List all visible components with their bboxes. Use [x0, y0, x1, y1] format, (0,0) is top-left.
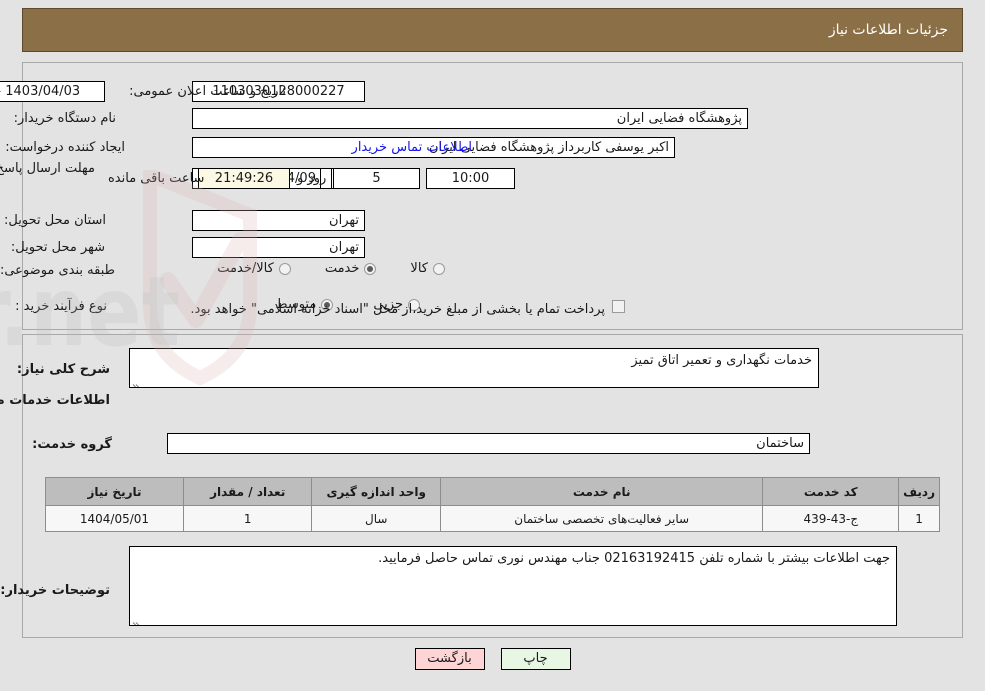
- resize-grip-icon[interactable]: [132, 614, 142, 625]
- category-option-1[interactable]: خدمت: [325, 261, 377, 276]
- services-cell-need-date: 1404/05/01: [45, 505, 184, 532]
- services-table-header-row: ردیف کد خدمت نام خدمت واحد اندازه گیری تعداد…: [45, 477, 940, 506]
- services-col-header-2: نام خدمت: [439, 477, 764, 506]
- general-desc-value: خدمات نگهداری و تعمیر اتاق تمیز: [631, 353, 812, 368]
- buyer-org-label: نام دستگاه خریدار:: [13, 111, 116, 126]
- need-info-panel: [22, 62, 963, 330]
- treasury-checkbox[interactable]: [612, 300, 625, 313]
- page-title: جزئیات اطلاعات نیاز: [828, 22, 948, 38]
- remaining-days-field: 5: [333, 168, 420, 189]
- creator-label: ایجاد کننده درخواست:: [5, 140, 125, 155]
- remaining-clock-suffix: ساعت باقی مانده: [108, 171, 205, 186]
- treasury-note: پرداخت تمام یا بخشی از مبلغ خرید،از محل …: [190, 302, 605, 317]
- print-button[interactable]: چاپ: [500, 648, 571, 670]
- province-label: استان محل تحویل:: [4, 213, 106, 228]
- services-col-header-3: واحد اندازه گیری: [311, 477, 441, 506]
- services-cell-name: سایر فعالیت‌های تخصصی ساختمان: [439, 505, 764, 532]
- services-cell-quantity: 1: [182, 505, 313, 532]
- remaining-days-suffix: روز و: [297, 171, 327, 186]
- footer-button-bar: بازگشت چاپ: [0, 648, 985, 670]
- services-cell-code: ج-43-439: [762, 505, 900, 532]
- resize-grip-icon[interactable]: [132, 376, 142, 387]
- services-cell-unit: سال: [311, 505, 441, 532]
- category-radio-group: کالا خدمت کالا/خدمت: [217, 261, 445, 276]
- city-field[interactable]: تهران: [192, 237, 365, 258]
- category-radio-2[interactable]: [278, 262, 291, 275]
- services-cell-index: 1: [898, 505, 940, 532]
- city-label: شهر محل تحویل:: [10, 240, 105, 255]
- need-details-page: AriaTender.net جزئیات اطلاعات نیاز شماره…: [0, 0, 985, 691]
- services-col-header-1: کد خدمت: [762, 477, 900, 506]
- services-col-header-4: تعداد / مقدار: [182, 477, 313, 506]
- table-row[interactable]: 1 ج-43-439 سایر فعالیت‌های تخصصی ساختمان سا…: [45, 505, 940, 532]
- category-option-0[interactable]: کالا: [410, 261, 445, 276]
- category-option-2[interactable]: کالا/خدمت: [217, 261, 291, 276]
- process-label: نوع فرآیند خرید :: [15, 299, 107, 314]
- deadline-label: مهلت ارسال پاسخ: تا تاریخ:: [0, 161, 95, 176]
- announce-datetime-field[interactable]: 1403/04/03 - 10:28: [0, 81, 105, 102]
- deadline-time-field[interactable]: 10:00: [426, 168, 515, 189]
- services-table-body: 1 ج-43-439 سایر فعالیت‌های تخصصی ساختمان سا…: [45, 505, 940, 532]
- category-label-1: خدمت: [324, 261, 360, 276]
- services-col-header-0: ردیف: [898, 477, 940, 506]
- buyer-contact-link[interactable]: اطلاعات تماس خریدار: [352, 140, 472, 155]
- buyer-notes-value: جهت اطلاعات بیشتر با شماره تلفن 02163192…: [378, 551, 890, 566]
- back-button[interactable]: بازگشت: [414, 648, 485, 670]
- province-field[interactable]: تهران: [192, 210, 365, 231]
- remaining-clock-field: 21:49:26: [198, 168, 290, 189]
- category-radio-0[interactable]: [433, 262, 445, 275]
- category-label-2: کالا/خدمت: [217, 261, 274, 276]
- category-label: طبقه بندی موضوعی:: [0, 263, 115, 278]
- general-desc-label: شرح کلی نیاز:: [16, 362, 110, 377]
- category-radio-1[interactable]: [364, 262, 377, 275]
- buyer-notes-textarea[interactable]: جهت اطلاعات بیشتر با شماره تلفن 02163192…: [129, 546, 897, 626]
- announce-datetime-label: تاریخ و ساعت اعلان عمومی:: [129, 84, 286, 99]
- general-desc-textarea[interactable]: خدمات نگهداری و تعمیر اتاق تمیز: [129, 348, 819, 388]
- category-label-0: کالا: [410, 261, 428, 276]
- service-group-label: گروه خدمت:: [32, 437, 112, 452]
- buyer-org-field[interactable]: پژوهشگاه فضایی ایران: [192, 108, 748, 129]
- buyer-notes-label: توضیحات خریدار:: [0, 583, 110, 598]
- services-col-header-5: تاریخ نیاز: [45, 477, 184, 506]
- page-header: جزئیات اطلاعات نیاز: [22, 8, 963, 52]
- service-group-field[interactable]: ساختمان: [167, 433, 810, 454]
- services-section-title: اطلاعات خدمات مورد نیاز: [0, 393, 110, 408]
- services-table: ردیف کد خدمت نام خدمت واحد اندازه گیری تعداد…: [45, 477, 940, 532]
